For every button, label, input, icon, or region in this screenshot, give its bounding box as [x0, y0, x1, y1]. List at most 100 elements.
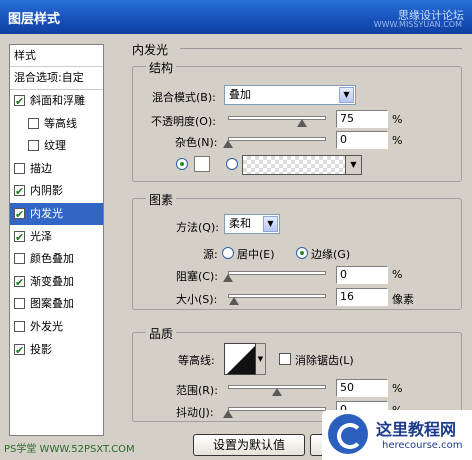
- gradient-radio[interactable]: [226, 158, 238, 170]
- style-item[interactable]: 颜色叠加: [10, 248, 103, 270]
- chevron-down-icon: ▼: [339, 87, 354, 103]
- style-item-checkbox[interactable]: [14, 340, 25, 362]
- style-item-checkbox[interactable]: [14, 253, 25, 265]
- style-item-label: 渐变叠加: [30, 274, 74, 288]
- range-unit: %: [392, 382, 403, 395]
- size-input[interactable]: 16: [336, 288, 388, 306]
- source-edge-radio[interactable]: [296, 247, 308, 259]
- style-item-label: 内发光: [30, 207, 63, 220]
- style-item-checkbox[interactable]: [14, 272, 25, 294]
- blend-mode-select[interactable]: 叠加 ▼: [224, 85, 356, 105]
- gradient-picker[interactable]: ▼: [242, 155, 362, 175]
- method-value: 柔和: [229, 217, 251, 230]
- chevron-down-icon[interactable]: ▼: [256, 343, 266, 375]
- noise-input[interactable]: 0: [336, 131, 388, 149]
- range-label: 范围(R):: [176, 384, 218, 397]
- method-label: 方法(Q):: [176, 221, 219, 234]
- style-item[interactable]: 内阴影: [10, 180, 103, 203]
- style-item[interactable]: 图案叠加: [10, 293, 103, 315]
- quality-legend: 品质: [146, 325, 177, 342]
- size-slider-thumb[interactable]: [228, 297, 239, 305]
- blend-options-item[interactable]: 混合选项:自定: [10, 67, 103, 89]
- style-item[interactable]: 渐变叠加: [10, 271, 103, 294]
- contour-picker[interactable]: [224, 343, 256, 375]
- style-item-label: 斜面和浮雕: [30, 94, 85, 107]
- footer-watermark: PS学堂 WWW.52PSXT.COM: [4, 444, 135, 455]
- style-item-label: 描边: [30, 161, 52, 175]
- size-slider[interactable]: [228, 294, 326, 298]
- size-unit: 像素: [392, 293, 414, 306]
- opacity-slider[interactable]: [228, 116, 326, 120]
- choke-slider-thumb[interactable]: [223, 274, 233, 282]
- jitter-slider[interactable]: [228, 407, 326, 411]
- style-item-checkbox[interactable]: [14, 298, 25, 310]
- range-slider-thumb[interactable]: [272, 388, 282, 396]
- choke-label: 阻塞(C):: [176, 270, 218, 283]
- style-item-checkbox[interactable]: [14, 181, 25, 203]
- noise-label: 杂色(N):: [175, 136, 218, 149]
- style-item[interactable]: 投影: [10, 339, 103, 362]
- style-item[interactable]: 内发光: [10, 203, 103, 226]
- style-item[interactable]: 描边: [10, 158, 103, 180]
- style-item-label: 纹理: [44, 139, 66, 153]
- style-item-checkbox[interactable]: [28, 117, 39, 129]
- method-select[interactable]: 柔和 ▼: [224, 214, 280, 234]
- contour-label: 等高线:: [178, 354, 215, 367]
- choke-slider[interactable]: [228, 271, 326, 275]
- opacity-slider-thumb[interactable]: [296, 119, 307, 127]
- solid-color-radio[interactable]: [176, 158, 188, 170]
- style-item-label: 颜色叠加: [30, 252, 74, 266]
- style-item[interactable]: 纹理: [10, 135, 103, 157]
- blend-mode-label: 混合模式(B):: [152, 91, 216, 104]
- noise-unit: %: [392, 134, 403, 147]
- style-item-checkbox[interactable]: [14, 227, 25, 249]
- opacity-unit: %: [392, 113, 403, 126]
- opacity-input[interactable]: 75: [336, 110, 388, 128]
- choke-unit: %: [392, 268, 403, 281]
- logo-icon: [328, 414, 368, 454]
- window-title: 图层样式: [8, 12, 61, 27]
- noise-slider-thumb[interactable]: [223, 140, 233, 148]
- logo-text: 这里教程网: [376, 420, 457, 439]
- styles-list: 样式 混合选项:自定 斜面和浮雕等高线纹理描边内阴影内发光光泽颜色叠加渐变叠加图…: [9, 44, 104, 436]
- contour-curve-icon: [227, 346, 255, 374]
- style-item-label: 外发光: [30, 320, 63, 333]
- structure-legend: 结构: [146, 59, 177, 76]
- antialias-label[interactable]: 消除锯齿(L): [295, 352, 354, 368]
- logo-url: herecourse.com: [382, 440, 463, 451]
- source-center-label[interactable]: 居中(E): [237, 246, 275, 262]
- style-item-label: 投影: [30, 342, 52, 356]
- style-item-checkbox[interactable]: [14, 91, 25, 113]
- panel-title: 内发光: [132, 43, 169, 57]
- opacity-label: 不透明度(O):: [151, 115, 216, 128]
- styles-header[interactable]: 样式: [10, 45, 103, 67]
- style-item[interactable]: 外发光: [10, 316, 103, 338]
- style-item-checkbox[interactable]: [14, 162, 25, 174]
- divider: [180, 48, 462, 49]
- chevron-down-icon[interactable]: ▼: [345, 156, 361, 174]
- jitter-slider-thumb[interactable]: [223, 410, 233, 418]
- watermark-url: WWW.MISSYUAN.COM: [373, 20, 462, 29]
- range-input[interactable]: 50: [336, 379, 388, 397]
- glow-color-swatch[interactable]: [194, 156, 210, 172]
- antialias-checkbox[interactable]: [279, 353, 291, 365]
- style-item-checkbox[interactable]: [14, 204, 25, 226]
- title-bar: 图层样式 思缘设计论坛 WWW.MISSYUAN.COM: [0, 0, 472, 34]
- noise-slider[interactable]: [228, 137, 326, 141]
- style-item[interactable]: 斜面和浮雕: [10, 90, 103, 113]
- source-center-radio[interactable]: [222, 247, 234, 259]
- style-item[interactable]: 等高线: [10, 113, 103, 135]
- elements-legend: 图素: [146, 191, 177, 208]
- style-item-checkbox[interactable]: [14, 321, 25, 332]
- style-item[interactable]: 光泽: [10, 226, 103, 249]
- choke-input[interactable]: 0: [336, 266, 388, 284]
- source-edge-label[interactable]: 边缘(G): [311, 246, 350, 262]
- size-label: 大小(S):: [176, 293, 218, 306]
- set-default-button[interactable]: 设置为默认值: [193, 434, 305, 456]
- jitter-label: 抖动(J):: [176, 406, 214, 419]
- style-item-label: 等高线: [44, 116, 77, 130]
- style-item-label: 内阴影: [30, 184, 63, 198]
- style-item-checkbox[interactable]: [28, 140, 39, 152]
- source-label: 源:: [203, 248, 218, 261]
- style-item-label: 图案叠加: [30, 297, 74, 311]
